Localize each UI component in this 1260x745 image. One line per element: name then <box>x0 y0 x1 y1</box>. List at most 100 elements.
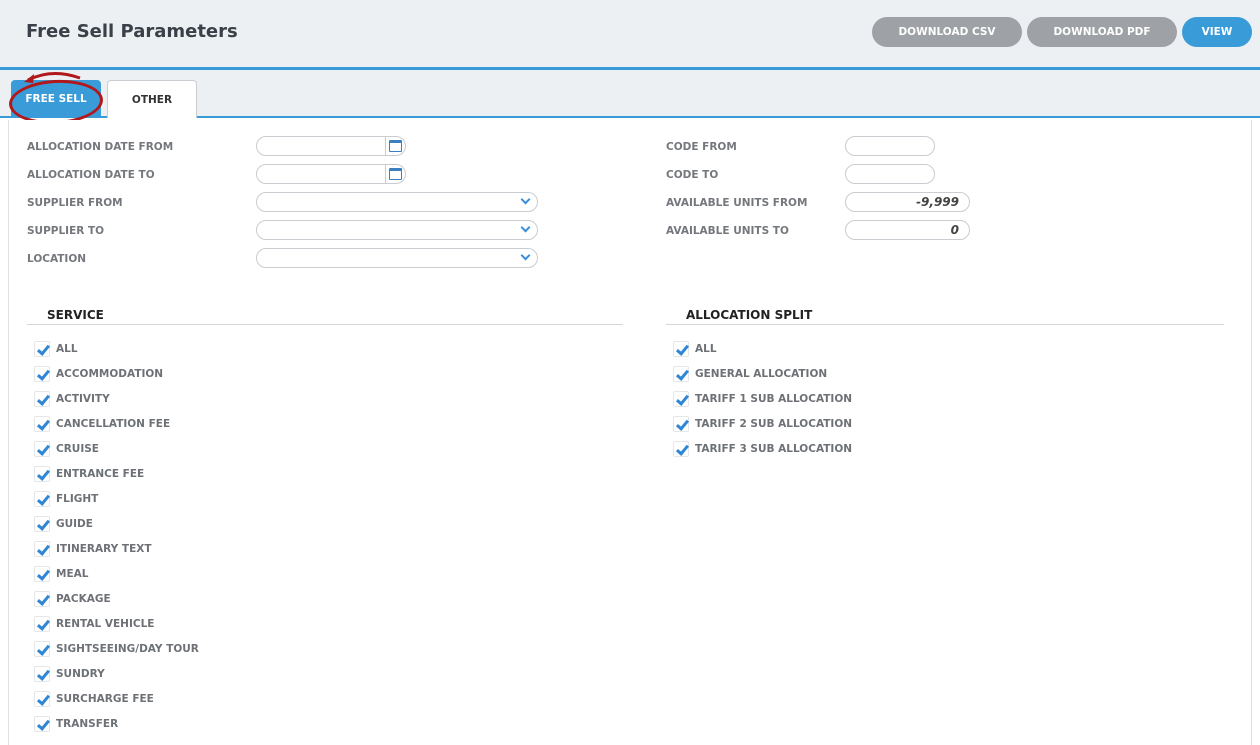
checkmark-icon[interactable] <box>673 441 689 457</box>
available-units-to-value: 0 <box>950 223 959 237</box>
service-checkbox-sundry[interactable]: SUNDRY <box>34 666 294 684</box>
checkmark-icon[interactable] <box>34 341 50 357</box>
checkbox-label: TARIFF 3 SUB ALLOCATION <box>695 443 853 455</box>
service-checkbox-guide[interactable]: GUIDE <box>34 516 294 534</box>
supplier-to-label: SUPPLIER TO <box>27 225 105 237</box>
service-checkbox-all[interactable]: ALL <box>34 341 294 359</box>
service-checkbox-surcharge-fee[interactable]: SURCHARGE FEE <box>34 691 294 709</box>
available-units-from-label: AVAILABLE UNITS FROM <box>666 197 808 209</box>
checkbox-label: GENERAL ALLOCATION <box>695 368 828 380</box>
checkbox-label: ITINERARY TEXT <box>56 543 152 555</box>
chevron-down-icon <box>520 250 531 261</box>
code-from-input[interactable] <box>845 136 935 156</box>
checkmark-icon[interactable] <box>34 441 50 457</box>
parameters-panel: ALLOCATION DATE FROM ALLOCATION DATE TO … <box>8 120 1252 745</box>
split-checkbox-tariff-2-sub-allocation[interactable]: TARIFF 2 SUB ALLOCATION <box>673 416 933 434</box>
service-divider <box>27 324 623 325</box>
allocation-date-from-field[interactable] <box>256 136 406 156</box>
checkbox-label: RENTAL VEHICLE <box>56 618 155 630</box>
checkbox-label: GUIDE <box>56 518 93 530</box>
checkmark-icon[interactable] <box>34 616 50 632</box>
view-button[interactable]: VIEW <box>1182 17 1252 47</box>
checkbox-label: ALL <box>56 343 78 355</box>
available-units-to-input[interactable]: 0 <box>845 220 970 240</box>
available-units-from-input[interactable]: -9,999 <box>845 192 970 212</box>
checkmark-icon[interactable] <box>34 716 50 732</box>
supplier-from-select[interactable] <box>256 192 538 212</box>
checkbox-label: SUNDRY <box>56 668 105 680</box>
checkmark-icon[interactable] <box>34 366 50 382</box>
allocation-date-from-label: ALLOCATION DATE FROM <box>27 141 174 153</box>
checkbox-label: ACCOMMODATION <box>56 368 164 380</box>
checkmark-icon[interactable] <box>34 466 50 482</box>
checkbox-label: PACKAGE <box>56 593 111 605</box>
checkmark-icon[interactable] <box>673 341 689 357</box>
checkmark-icon[interactable] <box>34 666 50 682</box>
checkmark-icon[interactable] <box>34 641 50 657</box>
service-checkbox-transfer[interactable]: TRANSFER <box>34 716 294 734</box>
service-section-title: SERVICE <box>47 308 104 322</box>
checkbox-label: SURCHARGE FEE <box>56 693 154 705</box>
service-checkbox-itinerary-text[interactable]: ITINERARY TEXT <box>34 541 294 559</box>
allocation-date-to-field[interactable] <box>256 164 406 184</box>
checkmark-icon[interactable] <box>673 366 689 382</box>
available-units-from-value: -9,999 <box>916 195 959 209</box>
download-pdf-button[interactable]: DOWNLOAD PDF <box>1027 17 1177 47</box>
location-select[interactable] <box>256 248 538 268</box>
page-header: Free Sell Parameters DOWNLOAD CSV DOWNLO… <box>0 0 1260 70</box>
location-label: LOCATION <box>27 253 87 265</box>
service-checkbox-accommodation[interactable]: ACCOMMODATION <box>34 366 294 384</box>
checkbox-label: CANCELLATION FEE <box>56 418 171 430</box>
checkmark-icon[interactable] <box>673 391 689 407</box>
checkmark-icon[interactable] <box>673 416 689 432</box>
checkbox-label: SIGHTSEEING/DAY TOUR <box>56 643 199 655</box>
service-checkbox-sightseeing-day-tour[interactable]: SIGHTSEEING/DAY TOUR <box>34 641 294 659</box>
service-checkbox-cancellation-fee[interactable]: CANCELLATION FEE <box>34 416 294 434</box>
chevron-down-icon <box>520 222 531 233</box>
checkmark-icon[interactable] <box>34 591 50 607</box>
service-checkbox-package[interactable]: PACKAGE <box>34 591 294 609</box>
checkmark-icon[interactable] <box>34 566 50 582</box>
checkbox-label: TRANSFER <box>56 718 119 730</box>
code-to-input[interactable] <box>845 164 935 184</box>
service-checkbox-activity[interactable]: ACTIVITY <box>34 391 294 409</box>
tab-other[interactable]: OTHER <box>107 80 197 118</box>
available-units-to-label: AVAILABLE UNITS TO <box>666 225 789 237</box>
allocation-date-to-label: ALLOCATION DATE TO <box>27 169 155 181</box>
checkbox-label: FLIGHT <box>56 493 99 505</box>
service-checkbox-cruise[interactable]: CRUISE <box>34 441 294 459</box>
download-csv-button[interactable]: DOWNLOAD CSV <box>872 17 1022 47</box>
checkmark-icon[interactable] <box>34 391 50 407</box>
tab-bar: FREE SELL OTHER <box>0 70 1260 118</box>
code-to-label: CODE TO <box>666 169 719 181</box>
calendar-icon[interactable] <box>389 168 402 180</box>
checkbox-label: MEAL <box>56 568 89 580</box>
page-title: Free Sell Parameters <box>26 21 238 42</box>
checkmark-icon[interactable] <box>34 691 50 707</box>
calendar-separator <box>385 137 386 155</box>
calendar-separator <box>385 165 386 183</box>
checkmark-icon[interactable] <box>34 516 50 532</box>
service-checkbox-flight[interactable]: FLIGHT <box>34 491 294 509</box>
checkbox-label: ALL <box>695 343 717 355</box>
calendar-icon[interactable] <box>389 140 402 152</box>
service-checkbox-rental-vehicle[interactable]: RENTAL VEHICLE <box>34 616 294 634</box>
checkmark-icon[interactable] <box>34 541 50 557</box>
split-checkbox-tariff-3-sub-allocation[interactable]: TARIFF 3 SUB ALLOCATION <box>673 441 933 459</box>
supplier-to-select[interactable] <box>256 220 538 240</box>
split-checkbox-general-allocation[interactable]: GENERAL ALLOCATION <box>673 366 933 384</box>
annotation-arrow <box>24 72 81 83</box>
code-from-label: CODE FROM <box>666 141 737 153</box>
checkmark-icon[interactable] <box>34 491 50 507</box>
split-checkbox-tariff-1-sub-allocation[interactable]: TARIFF 1 SUB ALLOCATION <box>673 391 933 409</box>
service-checkbox-entrance-fee[interactable]: ENTRANCE FEE <box>34 466 294 484</box>
split-checkbox-all[interactable]: ALL <box>673 341 933 359</box>
checkbox-label: TARIFF 1 SUB ALLOCATION <box>695 393 853 405</box>
service-checkbox-meal[interactable]: MEAL <box>34 566 294 584</box>
checkmark-icon[interactable] <box>34 416 50 432</box>
allocation-split-divider <box>666 324 1224 325</box>
checkbox-label: TARIFF 2 SUB ALLOCATION <box>695 418 853 430</box>
checkbox-label: ACTIVITY <box>56 393 110 405</box>
checkbox-label: ENTRANCE FEE <box>56 468 145 480</box>
allocation-split-section-title: ALLOCATION SPLIT <box>686 308 813 322</box>
